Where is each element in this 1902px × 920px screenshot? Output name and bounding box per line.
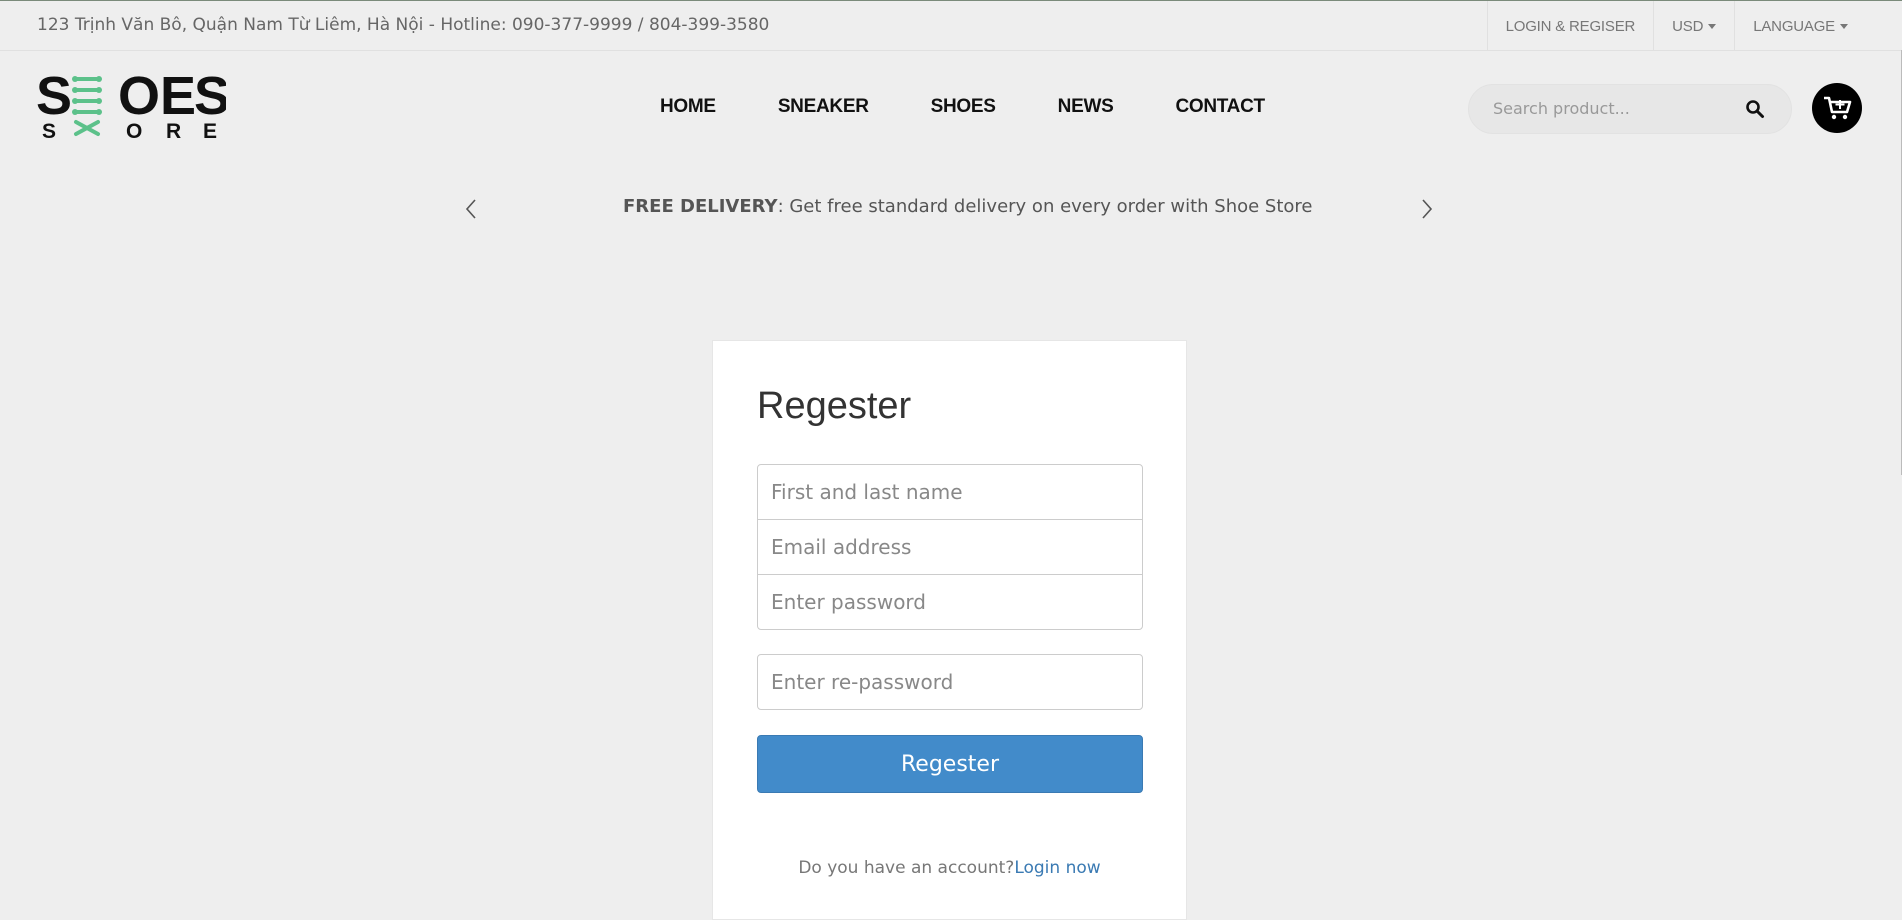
top-links: LOGIN & REGISER USD LANGUAGE (1486, 1, 1902, 51)
top-bar: 123 Trịnh Văn Bô, Quận Nam Từ Liêm, Hà N… (0, 0, 1902, 51)
main-nav: HOME SNEAKER SHOES NEWS CONTACT (660, 96, 1265, 118)
svg-text:E: E (160, 70, 196, 126)
svg-text:S: S (42, 120, 56, 142)
svg-text:S: S (36, 70, 72, 126)
store-logo[interactable]: S O E S S O R E (36, 66, 230, 143)
store-address: 123 Trịnh Văn Bô, Quận Nam Từ Liêm, Hà N… (37, 15, 770, 35)
nav-sneaker[interactable]: SNEAKER (778, 96, 869, 118)
login-register-link[interactable]: LOGIN & REGISER (1486, 1, 1654, 51)
nav-home[interactable]: HOME (660, 96, 716, 118)
register-title: Regester (757, 385, 912, 427)
chevron-right-icon[interactable] (1419, 198, 1435, 220)
caret-down-icon (1708, 23, 1717, 29)
cart-button[interactable] (1812, 83, 1862, 133)
logo-image: S O E S S O R E (36, 66, 230, 143)
search-input[interactable] (1491, 98, 1735, 119)
currency-dropdown[interactable]: USD (1653, 1, 1734, 51)
repassword-field[interactable] (757, 654, 1143, 710)
password-field[interactable] (757, 574, 1143, 630)
promo-title: FREE DELIVERY (623, 196, 778, 217)
register-card: Regester Regester Do you have an account… (712, 340, 1187, 920)
svg-text:O: O (118, 70, 160, 126)
account-question: Do you have an account? (798, 858, 1015, 878)
nav-shoes[interactable]: SHOES (931, 96, 996, 118)
promo-description: : Get free standard delivery on every or… (777, 196, 1313, 217)
language-dropdown[interactable]: LANGUAGE (1734, 1, 1902, 51)
currency-label: USD (1672, 17, 1704, 35)
email-field[interactable] (757, 519, 1143, 575)
svg-text:S: S (194, 70, 226, 126)
svg-text:R: R (166, 120, 181, 142)
login-now-link[interactable]: Login now (1014, 858, 1100, 878)
chevron-left-icon[interactable] (463, 198, 479, 220)
cart-icon (1824, 96, 1852, 120)
login-prompt: Do you have an account?Login now (713, 858, 1186, 878)
svg-text:O: O (126, 120, 142, 142)
search-icon[interactable] (1745, 99, 1765, 119)
nav-contact[interactable]: CONTACT (1175, 96, 1265, 118)
promo-slider: FREE DELIVERY: Get free standard deliver… (0, 196, 1902, 226)
search-bar (1468, 84, 1792, 134)
nav-news[interactable]: NEWS (1058, 96, 1114, 118)
promo-text: FREE DELIVERY: Get free standard deliver… (623, 196, 1313, 217)
language-label: LANGUAGE (1753, 17, 1835, 35)
caret-down-icon (1840, 23, 1848, 29)
svg-text:E: E (203, 120, 217, 142)
full-name-field[interactable] (757, 464, 1143, 520)
register-button[interactable]: Regester (757, 735, 1143, 793)
